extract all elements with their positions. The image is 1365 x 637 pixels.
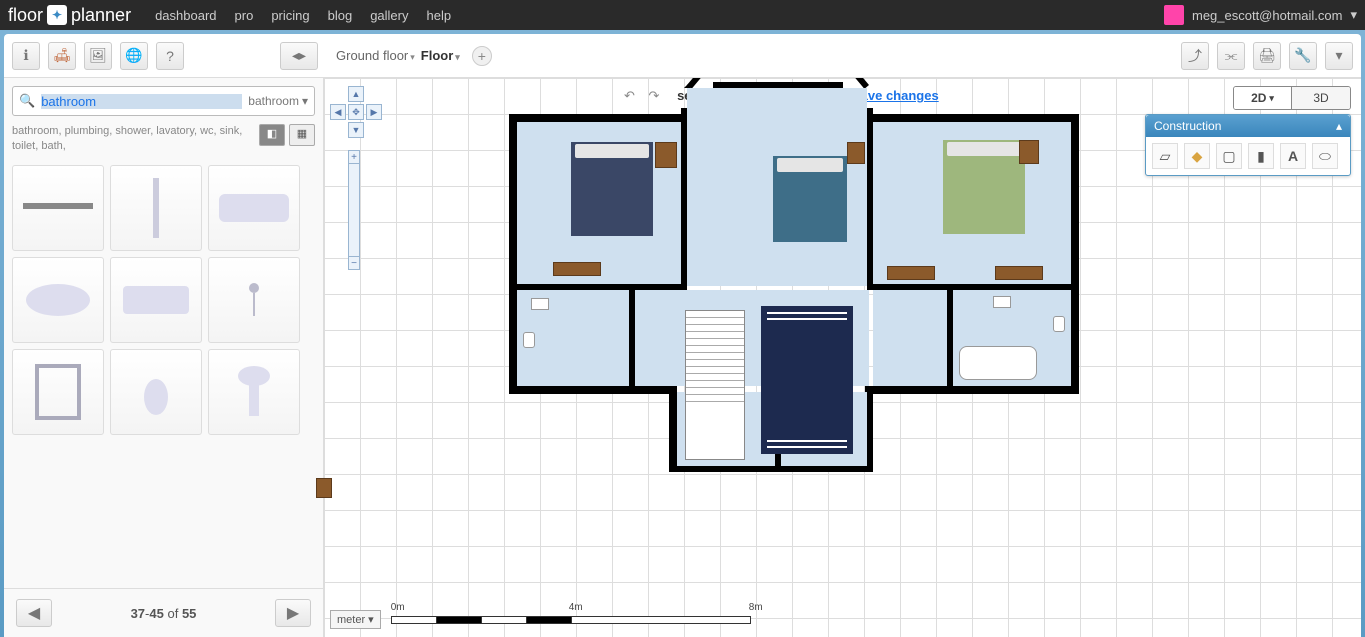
logo[interactable]: floor ✦ planner	[8, 5, 131, 26]
next-page-button[interactable]: ▶	[275, 599, 311, 627]
tool-surface[interactable]: ▢	[1216, 143, 1242, 169]
help-button[interactable]: ?	[156, 42, 184, 70]
item-shower-divider[interactable]	[110, 165, 202, 251]
add-floor-button[interactable]: +	[472, 46, 492, 66]
tag-list: bathroom, plumbing, shower, lavatory, wc…	[12, 124, 259, 155]
pan-right-button[interactable]: ▶	[366, 104, 382, 120]
ruler: 0m 4m 8m	[391, 616, 751, 624]
nav-blog[interactable]: blog	[328, 8, 353, 23]
item-mirror[interactable]	[12, 349, 104, 435]
floorplan[interactable]	[509, 82, 1079, 482]
top-nav: floor ✦ planner dashboard pro pricing bl…	[0, 0, 1365, 30]
chevron-down-icon: ▾	[455, 52, 460, 62]
zoom-in-button[interactable]: +	[348, 150, 360, 164]
nav-pro[interactable]: pro	[235, 8, 254, 23]
tool-text[interactable]: A	[1280, 143, 1306, 169]
scale-mark-0: 0m	[391, 602, 405, 613]
breadcrumb-floor[interactable]: Ground floor▾	[336, 48, 415, 63]
panel-collapse-icon[interactable]: ▴	[1336, 119, 1342, 133]
main-toolbar: ℹ 🛋 🖼 🌐 ? ◂▸ Ground floor▾ Floor▾ + ⤴ ⫘ …	[4, 34, 1361, 78]
nav-pricing[interactable]: pricing	[271, 8, 309, 23]
item-bathtub-classic[interactable]	[208, 165, 300, 251]
item-bathtub-rect[interactable]	[110, 257, 202, 343]
item-urinal[interactable]	[110, 349, 202, 435]
user-email: meg_escott@hotmail.com	[1192, 8, 1342, 23]
user-menu[interactable]: meg_escott@hotmail.com ▾	[1164, 5, 1357, 25]
search-input[interactable]	[41, 94, 242, 109]
tag-row: bathroom, plumbing, shower, lavatory, wc…	[4, 124, 323, 161]
item-shower-head[interactable]	[208, 257, 300, 343]
undo-redo-button[interactable]: ◂▸	[280, 42, 318, 70]
prev-page-button[interactable]: ◀	[16, 599, 52, 627]
tool-door[interactable]: ▮	[1248, 143, 1274, 169]
view-3d-thumb-button[interactable]: ◧	[259, 124, 285, 146]
furniture-button[interactable]: 🛋	[48, 42, 76, 70]
item-drain-linear[interactable]	[12, 165, 104, 251]
view-2d-thumb-button[interactable]: ▦	[289, 124, 315, 146]
view-3d-button[interactable]: 3D	[1292, 87, 1350, 109]
chevron-down-icon: ▾	[1269, 93, 1274, 104]
more-button[interactable]: ▾	[1325, 42, 1353, 70]
unit-dropdown[interactable]: meter ▾	[330, 610, 381, 629]
item-grid	[4, 161, 323, 588]
app-frame: ℹ 🛋 🖼 🌐 ? ◂▸ Ground floor▾ Floor▾ + ⤴ ⫘ …	[0, 30, 1365, 637]
nav-help[interactable]: help	[426, 8, 451, 23]
tool-room[interactable]: ▱	[1152, 143, 1178, 169]
breadcrumb-plan[interactable]: Floor▾	[421, 48, 460, 63]
print-button[interactable]: 🖨	[1253, 42, 1281, 70]
logo-text-left: floor	[8, 5, 43, 26]
panel-title: Construction	[1154, 119, 1221, 133]
construction-panel: Construction ▴ ▱ ◆ ▢ ▮ A ⬭	[1145, 114, 1351, 176]
pan-center-button[interactable]: ✥	[348, 104, 364, 120]
view-toggle: 2D▾ 3D	[1233, 86, 1351, 110]
scale-mark-1: 4m	[569, 602, 583, 613]
pager-label: 37-45 of 55	[131, 606, 197, 621]
sidebar: 🔍 bathroom▾ bathroom, plumbing, shower, …	[4, 78, 324, 637]
pan-up-button[interactable]: ▲	[348, 86, 364, 102]
search-box: 🔍 bathroom▾	[12, 86, 315, 116]
breadcrumb: Ground floor▾ Floor▾ +	[336, 46, 492, 66]
settings-button[interactable]: 🔧	[1289, 42, 1317, 70]
info-button[interactable]: ℹ	[12, 42, 40, 70]
chevron-down-icon: ▾	[1350, 7, 1357, 23]
tool-wall[interactable]: ◆	[1184, 143, 1210, 169]
media-button[interactable]: 🖼	[84, 42, 112, 70]
chevron-down-icon: ▾	[410, 52, 415, 62]
zoom-slider[interactable]: + −	[348, 150, 360, 270]
export-button[interactable]: ⤴	[1181, 42, 1209, 70]
search-icon: 🔍	[19, 93, 35, 109]
scale-mark-2: 8m	[749, 602, 763, 613]
share-button[interactable]: ⫘	[1217, 42, 1245, 70]
category-dropdown[interactable]: bathroom▾	[248, 94, 308, 108]
item-bathtub-oval[interactable]	[12, 257, 104, 343]
avatar	[1164, 5, 1184, 25]
logo-icon: ✦	[47, 5, 67, 25]
content-area: 🔍 bathroom▾ bathroom, plumbing, shower, …	[4, 78, 1361, 637]
view-2d-button[interactable]: 2D▾	[1234, 87, 1292, 109]
chevron-down-icon: ▾	[302, 94, 308, 108]
logo-text-right: planner	[71, 5, 131, 26]
pager: ◀ 37-45 of 55 ▶	[4, 588, 323, 637]
scale-bar: meter ▾ 0m 4m 8m	[330, 610, 751, 629]
item-pedestal-sink[interactable]	[208, 349, 300, 435]
nav-links: dashboard pro pricing blog gallery help	[155, 8, 451, 23]
pan-left-button[interactable]: ◀	[330, 104, 346, 120]
pan-down-button[interactable]: ▼	[348, 122, 364, 138]
nav-gallery[interactable]: gallery	[370, 8, 408, 23]
globe-button[interactable]: 🌐	[120, 42, 148, 70]
zoom-out-button[interactable]: −	[348, 256, 360, 270]
canvas[interactable]: ▲ ◀ ✥ ▶ ▼ + − ↶ ↷ second design has chan…	[324, 78, 1361, 637]
stray-furniture[interactable]	[316, 478, 332, 498]
tool-outline[interactable]: ⬭	[1312, 143, 1338, 169]
nav-dashboard[interactable]: dashboard	[155, 8, 216, 23]
